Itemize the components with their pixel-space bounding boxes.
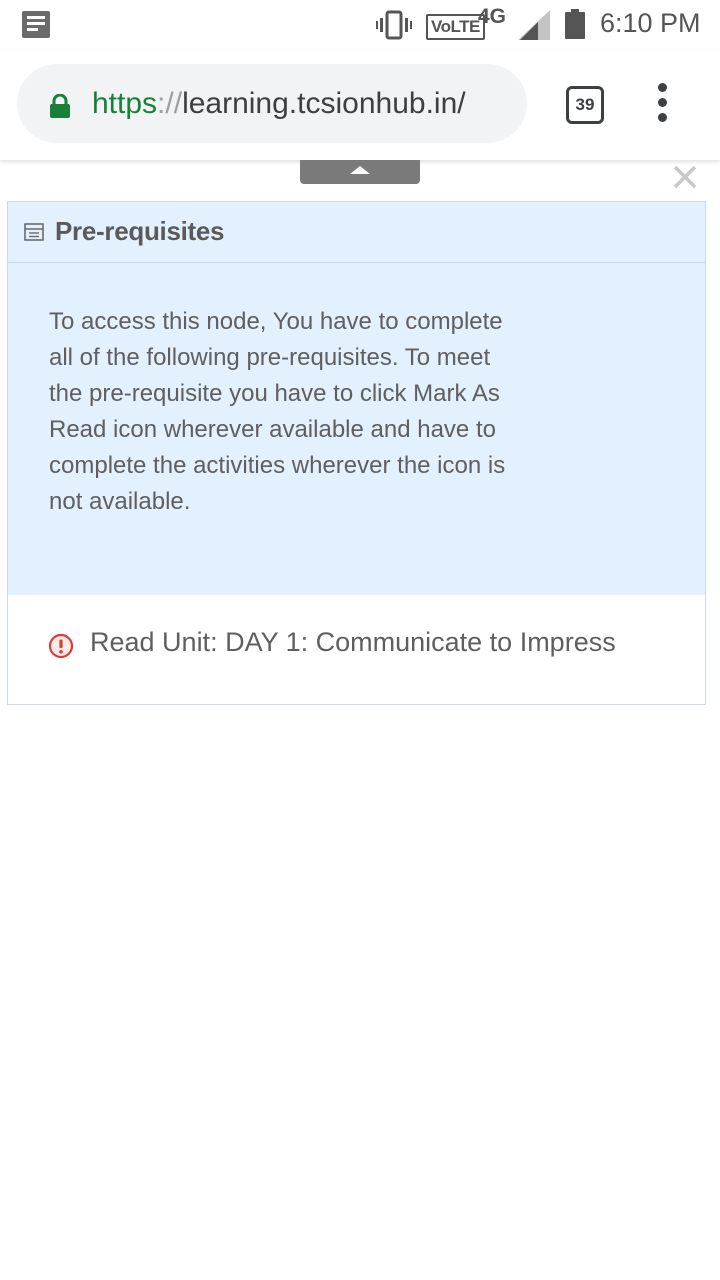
address-bar[interactable]: https://learning.tcsionhub.in/ (17, 64, 527, 143)
collapse-handle[interactable] (300, 160, 420, 184)
lock-icon (50, 94, 70, 118)
tab-switcher-button[interactable]: 39 (566, 86, 604, 124)
panel-header: Pre-requisites (8, 202, 705, 263)
status-bar: VoLTE 4G 6:10 PM (0, 0, 720, 50)
url-host: learning.tcsionhub.in/ (182, 87, 466, 120)
volte-badge: VoLTE (426, 14, 485, 40)
more-menu-icon[interactable] (652, 83, 674, 123)
panel-body: To access this node, You have to complet… (8, 263, 705, 595)
prerequisite-label[interactable]: Read Unit: DAY 1: Communicate to Impress (90, 627, 616, 658)
prerequisites-description: To access this node, You have to complet… (49, 308, 506, 515)
network-type: 4G (478, 5, 507, 28)
alert-icon (48, 633, 74, 659)
signal-icon (518, 10, 550, 40)
clock: 6:10 PM (600, 8, 701, 38)
vibrate-icon (376, 10, 412, 40)
close-icon[interactable] (668, 160, 702, 194)
chevron-up-icon (350, 166, 370, 174)
notification-icon (22, 11, 50, 38)
prerequisites-panel: Pre-requisites To access this node, You … (7, 201, 706, 705)
panel-title: Pre-requisites (55, 216, 225, 246)
panel-list-icon (24, 223, 44, 241)
battery-icon (565, 9, 585, 39)
prerequisite-item[interactable]: Read Unit: DAY 1: Communicate to Impress (8, 595, 705, 703)
url-text[interactable]: https://learning.tcsionhub.in/ (92, 87, 466, 121)
url-scheme: https (92, 87, 158, 120)
url-separator: :// (157, 87, 183, 120)
browser-toolbar: https://learning.tcsionhub.in/ 39 (0, 50, 720, 160)
